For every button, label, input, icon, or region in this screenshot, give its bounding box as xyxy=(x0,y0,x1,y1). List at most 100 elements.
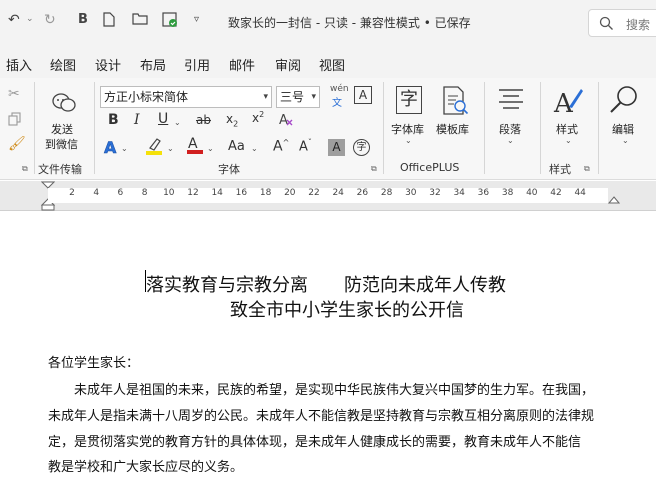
template-library-icon[interactable] xyxy=(442,86,470,119)
font-launcher-icon[interactable]: ⧉ xyxy=(371,164,377,174)
tab-mailings[interactable]: 邮件 xyxy=(229,55,255,74)
ribbon: ✂ 🖌 ⧉ 发送 到微信 文件传输 方正小标宋简体 ▾ 三号 ▾ wén 文 A… xyxy=(0,78,656,180)
chevron-down-icon[interactable]: ⌄ xyxy=(167,144,174,153)
chevron-down-icon[interactable]: ⌄ xyxy=(622,136,629,145)
font-name-select[interactable]: 方正小标宋简体 ▾ xyxy=(100,86,272,108)
body-line: 未成年人是指未满十八周岁的公民。未成年人不能信教是坚持教育与宗教互相分离原则的法… xyxy=(48,409,595,424)
svg-text:A: A xyxy=(553,89,574,117)
new-doc-icon[interactable] xyxy=(103,12,115,31)
subscript-button[interactable]: x2 xyxy=(226,112,238,128)
separator xyxy=(34,82,35,174)
tab-design[interactable]: 设计 xyxy=(95,55,121,74)
ruler-tick-label: 22 xyxy=(308,188,320,198)
svg-text:A: A xyxy=(188,136,198,152)
styles-launcher-icon[interactable]: ⧉ xyxy=(584,164,590,174)
ruler-tick-label: 2 xyxy=(69,188,75,198)
ruler-tick-label: 44 xyxy=(574,188,586,198)
char-border-icon[interactable]: A xyxy=(354,86,372,104)
font-library-label[interactable]: 字体库 xyxy=(391,121,424,137)
grow-font-button[interactable]: A^ xyxy=(273,138,289,155)
font-color-icon[interactable]: A xyxy=(186,135,204,158)
title-bar: ↶ ⌄ ↻ B ▿ 致家长的一封信 - 只读 - 兼容性模式 • 已保存 搜索 xyxy=(0,0,656,46)
font-size-select[interactable]: 三号 ▾ xyxy=(276,86,320,108)
tab-review[interactable]: 审阅 xyxy=(275,55,301,74)
font-size-value: 三号 xyxy=(280,90,305,104)
document-page[interactable]: 落实教育与宗教分离 防范向未成年人传教 致全市中小学生家长的公开信 各位学生家长… xyxy=(0,212,656,479)
edit-label[interactable]: 编辑 xyxy=(612,121,634,137)
chevron-down-icon[interactable]: ⌄ xyxy=(174,118,181,127)
save-icon[interactable] xyxy=(162,12,178,32)
horizontal-ruler[interactable]: 2 4 6 8 10 12 14 16 18 20 22 24 26 28 30 32 34 36 38 40 42 44 xyxy=(48,188,608,203)
send-wechat-line2[interactable]: 到微信 xyxy=(45,136,78,152)
font-library-icon[interactable]: 字 xyxy=(396,86,422,114)
undo-dropdown-icon[interactable]: ⌄ xyxy=(26,14,34,24)
ribbon-tabs: 插入 绘图 设计 布局 引用 邮件 审阅 视图 xyxy=(0,46,656,78)
paragraph-label[interactable]: 段落 xyxy=(499,121,521,137)
bold-icon[interactable]: B xyxy=(78,12,88,27)
document-title-line2: 致全市中小学生家长的公开信 xyxy=(230,300,464,321)
chevron-down-icon[interactable]: ⌄ xyxy=(251,144,258,153)
chevron-down-icon: ▾ xyxy=(311,92,316,102)
ruler-tick-label: 26 xyxy=(356,188,369,198)
ruler-tick-label: 30 xyxy=(405,188,417,198)
body-line: 定，是贯彻落实党的教育方针的具体体现，是未成年人健康成长的需要，教育未成年人不能… xyxy=(48,435,582,450)
tab-insert[interactable]: 插入 xyxy=(6,55,32,74)
highlight-icon[interactable] xyxy=(145,136,163,159)
change-case-button[interactable]: Aa xyxy=(228,139,245,154)
styles-label[interactable]: 样式 xyxy=(556,121,578,137)
separator xyxy=(484,82,485,174)
ruler-tick-label: 20 xyxy=(284,188,296,198)
open-folder-icon[interactable] xyxy=(132,12,148,29)
phonetic-guide-icon[interactable]: 文 xyxy=(332,94,342,109)
font-name-value: 方正小标宋简体 xyxy=(104,90,189,104)
right-indent-marker[interactable] xyxy=(607,195,621,209)
chevron-down-icon: ▾ xyxy=(263,92,268,102)
ruler-tick-label: 14 xyxy=(211,188,223,198)
char-shading-icon[interactable]: A xyxy=(328,139,345,156)
superscript-button[interactable]: x2 xyxy=(252,110,264,125)
text-effect-button[interactable]: A xyxy=(104,138,117,158)
clipboard-launcher-icon[interactable]: ⧉ xyxy=(22,164,28,174)
clear-format-icon[interactable]: A xyxy=(278,111,294,130)
underline-button[interactable]: U xyxy=(158,111,168,127)
italic-button[interactable]: I xyxy=(134,112,140,128)
ruler-tick-label: 36 xyxy=(477,188,490,198)
ruler-tick-label: 42 xyxy=(550,188,562,198)
shrink-font-button[interactable]: Aˇ xyxy=(299,138,312,154)
format-painter-icon[interactable]: 🖌 xyxy=(8,136,26,152)
tab-draw[interactable]: 绘图 xyxy=(50,55,76,74)
find-icon[interactable] xyxy=(608,84,640,119)
undo-icon[interactable]: ↶ xyxy=(8,12,20,28)
copy-icon[interactable] xyxy=(8,112,22,129)
chevron-down-icon[interactable]: ⌄ xyxy=(565,136,572,145)
enclose-char-icon[interactable]: 字 xyxy=(353,139,370,156)
ruler-tick-label: 4 xyxy=(93,188,100,198)
document-title-line1: 落实教育与宗教分离 防范向未成年人传教 xyxy=(146,275,506,296)
ruler-tick-label: 34 xyxy=(453,188,465,198)
customize-icon[interactable]: ▿ xyxy=(194,14,199,25)
wen-icon[interactable]: wén xyxy=(330,84,349,94)
chevron-down-icon[interactable]: ⌄ xyxy=(405,136,412,145)
chevron-down-icon[interactable]: ⌄ xyxy=(507,136,514,145)
document-title: 致家长的一封信 - 只读 - 兼容性模式 • 已保存 xyxy=(228,16,471,30)
paragraph-icon[interactable] xyxy=(497,88,525,115)
chevron-down-icon[interactable]: ⌄ xyxy=(207,144,214,153)
redo-icon[interactable]: ↻ xyxy=(44,12,56,28)
strikethrough-button[interactable]: ab xyxy=(196,113,211,127)
separator xyxy=(540,82,541,174)
chevron-down-icon[interactable]: ⌄ xyxy=(121,144,128,153)
tab-view[interactable]: 视图 xyxy=(319,55,345,74)
wechat-icon[interactable] xyxy=(52,92,76,117)
separator xyxy=(598,82,599,174)
styles-group-label: 样式 xyxy=(549,163,571,176)
bold-button[interactable]: B xyxy=(108,112,119,128)
tab-references[interactable]: 引用 xyxy=(184,55,210,74)
template-library-label[interactable]: 模板库 xyxy=(436,121,469,137)
svg-text:A: A xyxy=(279,113,288,127)
send-wechat-line1[interactable]: 发送 xyxy=(51,121,73,137)
tab-layout[interactable]: 布局 xyxy=(140,55,166,74)
officeplus-group-label: OfficePLUS xyxy=(400,161,460,174)
cut-icon[interactable]: ✂ xyxy=(8,86,20,102)
search-box[interactable]: 搜索 xyxy=(588,9,656,37)
styles-icon[interactable]: A xyxy=(553,85,585,120)
